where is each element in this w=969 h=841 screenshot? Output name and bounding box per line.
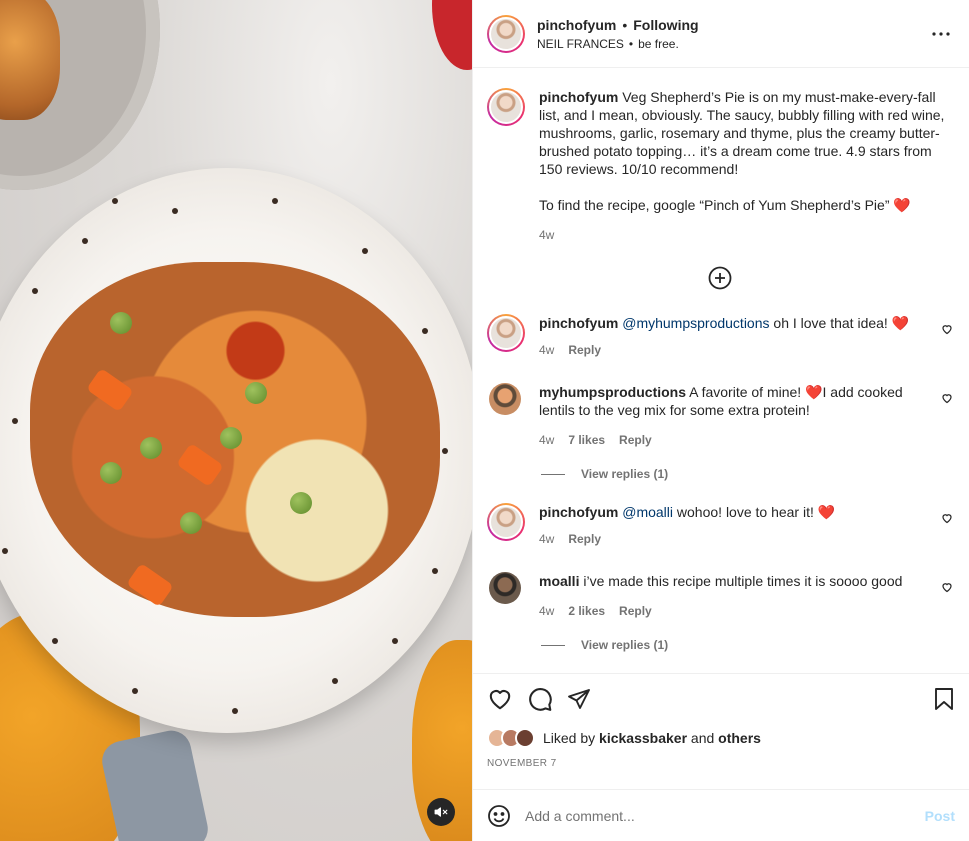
- shepherds-pie: [30, 262, 440, 617]
- separator: •: [622, 16, 628, 33]
- share-button[interactable]: [567, 687, 591, 711]
- post-modal: pinchofyum • Following NEIL FRANCES • be…: [0, 0, 969, 841]
- liked-by-and: and: [690, 730, 715, 746]
- liked-by-prefix: Liked by: [543, 730, 596, 746]
- post-date[interactable]: NOVEMBER 7: [487, 758, 955, 769]
- comment-time[interactable]: 4w: [539, 431, 554, 449]
- comment-text: wohoo! love to hear it! ❤️: [673, 504, 836, 520]
- liked-by-others[interactable]: others: [718, 730, 761, 746]
- comment-username[interactable]: pinchofyum: [539, 315, 618, 331]
- post-video[interactable]: [0, 0, 472, 841]
- comment-avatar[interactable]: [487, 314, 525, 352]
- view-replies-label: View replies (1): [581, 467, 669, 481]
- audio-artist: NEIL FRANCES: [537, 36, 624, 51]
- bookmark-icon: [935, 688, 953, 710]
- comment-mention[interactable]: @myhumpsproductions: [622, 315, 769, 331]
- reply-button[interactable]: Reply: [568, 530, 601, 548]
- audio-attribution[interactable]: NEIL FRANCES • be free.: [537, 37, 929, 51]
- comment-avatar[interactable]: [487, 503, 525, 541]
- comment: pinchofyum @myhumpsproductions oh I love…: [487, 314, 953, 359]
- caption-time[interactable]: 4w: [539, 226, 554, 244]
- audio-separator: •: [628, 36, 634, 51]
- comment-like-icon[interactable]: [941, 323, 953, 335]
- post-actions: Liked by kickassbaker and others NOVEMBE…: [473, 673, 969, 789]
- comment-username[interactable]: myhumpsproductions: [539, 384, 686, 400]
- author-avatar[interactable]: [487, 14, 525, 53]
- comment-like-icon[interactable]: [941, 392, 953, 404]
- likes-summary[interactable]: Liked by kickassbaker and others: [487, 728, 955, 748]
- comment-text: i’ve made this recipe multiple times it …: [579, 573, 903, 589]
- comments-list[interactable]: pinchofyum Veg Shepherd’s Pie is on my m…: [473, 68, 969, 673]
- comment-avatar[interactable]: [489, 383, 521, 415]
- reply-button[interactable]: Reply: [568, 341, 601, 359]
- author-username[interactable]: pinchofyum: [537, 17, 616, 33]
- view-replies-button[interactable]: View replies (1): [541, 467, 953, 481]
- post-header: pinchofyum • Following NEIL FRANCES • be…: [473, 0, 969, 68]
- comment-username[interactable]: moalli: [539, 573, 579, 589]
- comment-text: oh I love that idea! ❤️: [769, 315, 910, 331]
- view-replies-label: View replies (1): [581, 638, 669, 652]
- reply-button[interactable]: Reply: [619, 602, 652, 620]
- comment: pinchofyum @moalli wohoo! love to hear i…: [487, 503, 953, 548]
- comment-likes-count[interactable]: 7 likes: [568, 431, 605, 449]
- caption: pinchofyum Veg Shepherd’s Pie is on my m…: [487, 88, 953, 244]
- following-button[interactable]: Following: [633, 17, 698, 33]
- comment: myhumpsproductions A favorite of mine! ❤…: [487, 383, 953, 449]
- comment-button[interactable]: [527, 686, 553, 712]
- comment-time[interactable]: 4w: [539, 341, 554, 359]
- emoji-icon: [488, 804, 510, 827]
- more-horizontal-icon: [932, 31, 950, 36]
- load-more-comments[interactable]: [487, 266, 953, 290]
- caption-avatar[interactable]: [487, 88, 525, 126]
- comment-like-icon[interactable]: [941, 581, 953, 593]
- caption-username[interactable]: pinchofyum: [539, 89, 618, 105]
- audio-title: be free.: [638, 36, 679, 51]
- caption-text-p2: To find the recipe, google “Pinch of Yum…: [539, 197, 911, 213]
- comment: moalli i’ve made this recipe multiple ti…: [487, 572, 953, 620]
- view-replies-button[interactable]: View replies (1): [541, 638, 953, 652]
- paper-plane-icon: [568, 689, 590, 709]
- reply-button[interactable]: Reply: [619, 431, 652, 449]
- plus-circle-icon: [708, 266, 732, 290]
- comment-time[interactable]: 4w: [539, 530, 554, 548]
- post-side-panel: pinchofyum • Following NEIL FRANCES • be…: [472, 0, 969, 841]
- add-comment-bar: Post: [473, 789, 969, 841]
- save-button[interactable]: [933, 687, 955, 711]
- more-options-button[interactable]: [929, 22, 953, 46]
- liker-avatar: [515, 728, 535, 748]
- comment-likes-count[interactable]: 2 likes: [568, 602, 605, 620]
- post-comment-button[interactable]: Post: [925, 808, 955, 824]
- comment-mention[interactable]: @moalli: [622, 504, 673, 520]
- comment-icon: [529, 688, 552, 711]
- liked-by-user[interactable]: kickassbaker: [599, 730, 687, 746]
- mute-button[interactable]: [427, 798, 455, 826]
- heart-icon: [489, 690, 511, 710]
- comment-input[interactable]: [525, 807, 925, 824]
- comment-time[interactable]: 4w: [539, 602, 554, 620]
- emoji-button[interactable]: [487, 804, 511, 828]
- comment-avatar[interactable]: [489, 572, 521, 604]
- comment-like-icon[interactable]: [941, 512, 953, 524]
- speaker-muted-icon: [434, 807, 448, 817]
- like-button[interactable]: [487, 686, 513, 712]
- comment-username[interactable]: pinchofyum: [539, 504, 618, 520]
